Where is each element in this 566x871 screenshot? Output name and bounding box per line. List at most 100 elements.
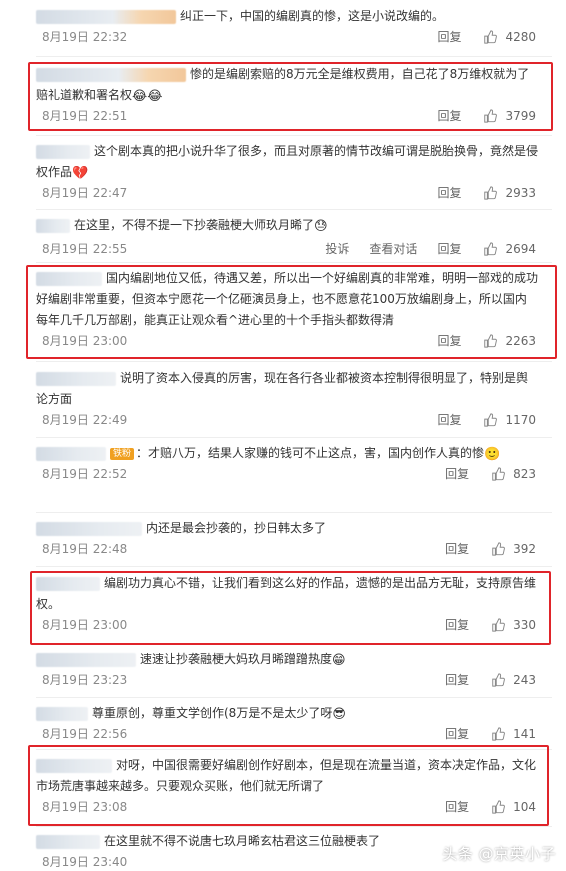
smile-emoji-icon: 🙂: [484, 447, 501, 462]
like-count: 823: [513, 466, 536, 481]
grin-emoji-icon: 😁: [332, 653, 346, 668]
comment-time: 8月19日 23:23: [42, 673, 128, 687]
comment-actions: 回复 330: [425, 616, 536, 633]
comment-item: 编剧功力真心不错，让我们看到这么好的作品，遗憾的是出品方无耻，支持原告维权。 8…: [36, 573, 552, 634]
like-button[interactable]: 2263: [483, 334, 536, 348]
comment-time: 8月19日 22:32: [42, 30, 128, 44]
comment-actions: 回复 141: [425, 725, 536, 742]
divider: [36, 749, 552, 750]
reply-button[interactable]: 回复: [437, 332, 461, 349]
comment-actions: 回复 2933: [417, 184, 536, 201]
blurred-username: [36, 218, 70, 233]
blurred-username: [36, 576, 100, 591]
thumbs-up-icon: [492, 617, 505, 632]
like-button[interactable]: 3799: [483, 109, 536, 123]
blurred-username: [36, 446, 106, 461]
comment-time: 8月19日 23:00: [42, 618, 128, 632]
reply-button[interactable]: 回复: [437, 28, 461, 45]
thumbs-up-icon: [492, 466, 505, 481]
comment-text: 尊重原创，尊重文学创作(8万是不是太少了呀: [92, 706, 333, 720]
comment-item: 说明了资本入侵真的厉害，现在各行各业都被资本控制得很明显了，特别是舆论方面 8月…: [36, 368, 552, 429]
comment-time: 8月19日 23:08: [42, 800, 128, 814]
comment-time: 8月19日 23:40: [42, 855, 128, 869]
like-count: 1170: [505, 412, 536, 427]
like-button[interactable]: 1170: [483, 413, 536, 427]
like-count: 330: [513, 617, 536, 632]
comment-meta: 8月19日 22:48 回复 392: [36, 540, 552, 558]
comment-meta: 8月19日 23:00 回复 2263: [36, 332, 552, 350]
laughing-crying-emoji-icon: 😂😂: [132, 89, 163, 104]
broken-heart-icon: 💔: [72, 166, 89, 181]
divider: [36, 262, 552, 263]
like-button[interactable]: 2933: [483, 186, 536, 200]
comment-time: 8月19日 22:56: [42, 727, 128, 741]
blurred-username: [36, 271, 102, 286]
thumbs-up-icon: [492, 672, 505, 687]
like-count: 141: [513, 726, 536, 741]
like-count: 104: [513, 799, 536, 814]
comment-body: 国内编剧地位又低，待遇又差，所以出一个好编剧真的非常难，明明一部戏的成功好编剧非…: [36, 268, 552, 331]
reply-button[interactable]: 回复: [437, 184, 461, 201]
comment-item: 在这里，不得不提一下抄袭融梗大师玖月晞了😓 8月19日 22:55 投诉 查看对…: [36, 215, 552, 258]
reply-button[interactable]: 回复: [445, 798, 469, 815]
comment-item: 内还是最会抄袭的，抄日韩太多了 8月19日 22:48 回复 392: [36, 518, 552, 558]
thumbs-up-icon: [484, 412, 498, 427]
like-button[interactable]: 392: [491, 542, 536, 556]
comment-actions: 投诉 查看对话 回复 2694: [305, 240, 536, 257]
comment-body: 在这里，不得不提一下抄袭融梗大师玖月晞了😓: [36, 215, 552, 236]
divider: [36, 437, 552, 438]
comment-meta: 8月19日 22:49 回复 1170: [36, 411, 552, 429]
like-button[interactable]: 104: [491, 800, 536, 814]
like-count: 392: [513, 541, 536, 556]
blurred-username: [36, 67, 186, 82]
reply-button[interactable]: 回复: [445, 725, 469, 742]
comment-actions: 回复 4280: [417, 28, 536, 45]
comment-time: 8月19日 22:52: [42, 467, 128, 481]
divider: [36, 135, 552, 136]
like-button[interactable]: 4280: [483, 30, 536, 44]
comment-text: 纠正一下，中国的编剧真的惨，这是小说改编的。: [180, 9, 445, 23]
reply-button[interactable]: 回复: [445, 671, 469, 688]
comment-text: 编剧功力真心不错，让我们看到这么好的作品，遗憾的是出品方无耻，支持原告维权。: [36, 576, 537, 611]
like-button[interactable]: 2694: [483, 242, 536, 256]
reply-button[interactable]: 回复: [437, 240, 461, 257]
reply-button[interactable]: 回复: [445, 616, 469, 633]
like-button[interactable]: 823: [491, 467, 536, 481]
comment-meta: 8月19日 23:00 回复 330: [36, 616, 552, 634]
comment-body: 说明了资本入侵真的厉害，现在各行各业都被资本控制得很明显了，特别是舆论方面: [36, 368, 552, 410]
divider: [36, 361, 552, 362]
comment-item: 速速让抄袭融梗大妈玖月晞蹭蹭热度😁 8月19日 23:23 回复 243: [36, 649, 552, 689]
like-count: 2263: [505, 333, 536, 348]
reply-button[interactable]: 回复: [437, 411, 461, 428]
comment-actions: 回复 2263: [417, 332, 536, 349]
like-button[interactable]: 243: [491, 673, 536, 687]
thumbs-up-icon: [492, 726, 505, 741]
comment-meta: 8月19日 22:47 回复 2933: [36, 184, 552, 202]
like-count: 3799: [505, 108, 536, 123]
divider: [36, 566, 552, 567]
blurred-username: [36, 9, 176, 24]
comment-time: 8月19日 22:47: [42, 186, 128, 200]
comment-meta: 8月19日 22:56 回复 141: [36, 725, 552, 743]
thumbs-up-icon: [484, 333, 498, 348]
comment-body: 尊重原创，尊重文学创作(8万是不是太少了呀😎: [36, 703, 552, 724]
reply-button[interactable]: 回复: [445, 540, 469, 557]
comment-meta: 8月19日 23:23 回复 243: [36, 671, 552, 689]
like-button[interactable]: 330: [491, 618, 536, 632]
divider: [36, 56, 552, 57]
like-count: 243: [513, 672, 536, 687]
divider: [36, 697, 552, 698]
thumbs-up-icon: [492, 799, 505, 814]
divider: [36, 209, 552, 210]
view-conversation-button[interactable]: 查看对话: [369, 240, 417, 257]
report-button[interactable]: 投诉: [325, 240, 349, 257]
like-count: 2933: [505, 185, 536, 200]
comment-item: 这个剧本真的把小说升华了很多，而且对原著的情节改编可谓是脱胎换骨，竟然是侵权作品…: [36, 141, 552, 202]
reply-button[interactable]: 回复: [437, 107, 461, 124]
divider: [36, 643, 552, 644]
comment-body: 这个剧本真的把小说升华了很多，而且对原著的情节改编可谓是脱胎换骨，竟然是侵权作品…: [36, 141, 552, 183]
reply-button[interactable]: 回复: [445, 465, 469, 482]
comment-meta: 8月19日 23:08 回复 104: [36, 798, 552, 816]
like-button[interactable]: 141: [491, 727, 536, 741]
comment-time: 8月19日 22:55: [42, 242, 128, 256]
